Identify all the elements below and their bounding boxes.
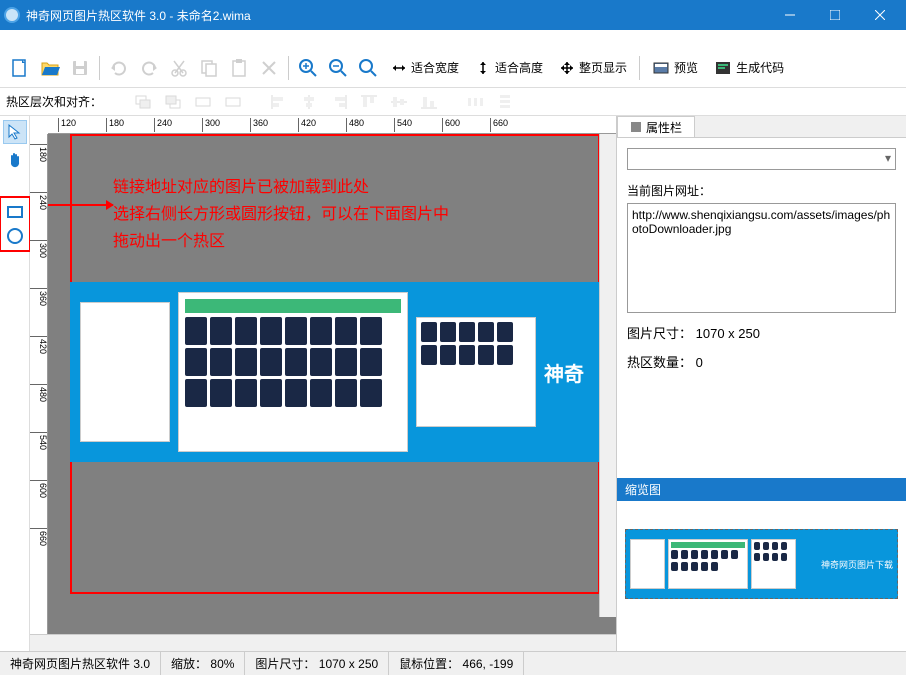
annotation-arrow bbox=[48, 204, 113, 206]
vertical-ruler: 180 240 300 360 420 480 540 600 660 bbox=[30, 134, 48, 634]
fit-page-button[interactable]: 整页显示 bbox=[552, 54, 634, 82]
open-button[interactable] bbox=[36, 54, 64, 82]
preview-label: 预览 bbox=[674, 59, 698, 76]
close-button[interactable] bbox=[857, 0, 902, 30]
undo-button[interactable] bbox=[105, 54, 133, 82]
bring-front-icon bbox=[130, 91, 156, 113]
url-textbox[interactable]: http://www.shenqixiangsu.com/assets/imag… bbox=[627, 203, 896, 313]
thumbnail-body: 神奇网页图片下载 bbox=[617, 501, 906, 651]
backward-icon bbox=[220, 91, 246, 113]
status-size: 图片尺寸： 1070 x 250 bbox=[245, 652, 389, 675]
menubar bbox=[0, 30, 906, 48]
save-button[interactable] bbox=[66, 54, 94, 82]
status-app: 神奇网页图片热区软件 3.0 bbox=[0, 652, 161, 675]
preview-button[interactable]: 预览 bbox=[645, 54, 705, 82]
align-center-v-icon bbox=[386, 91, 412, 113]
canvas-area: 120 180 240 300 360 420 480 540 600 660 … bbox=[30, 116, 616, 651]
zoom-reset-button[interactable] bbox=[354, 54, 382, 82]
status-pos: 鼠标位置： 466, -199 bbox=[389, 652, 524, 675]
properties-tab[interactable]: 属性栏 bbox=[617, 116, 695, 137]
maximize-button[interactable] bbox=[812, 0, 857, 30]
zoom-out-button[interactable] bbox=[324, 54, 352, 82]
loaded-image[interactable]: 神奇 bbox=[70, 282, 600, 462]
hand-tool[interactable] bbox=[3, 148, 27, 172]
generate-label: 生成代码 bbox=[736, 59, 784, 76]
fit-width-button[interactable]: 适合宽度 bbox=[384, 54, 466, 82]
thumbnail-side-text: 神奇网页图片下载 bbox=[821, 558, 893, 571]
instruction-text: 链接地址对应的图片已被加载到此处 选择右侧长方形或圆形按钮，可以在下面图片中 拖… bbox=[113, 174, 449, 256]
thumbnail-image[interactable]: 神奇网页图片下载 bbox=[625, 529, 898, 599]
paste-button[interactable] bbox=[225, 54, 253, 82]
img-size-label: 图片尺寸： bbox=[627, 326, 692, 341]
pointer-tool[interactable] bbox=[3, 120, 27, 144]
hotzone-label: 热区数量： bbox=[627, 355, 692, 370]
cut-button[interactable] bbox=[165, 54, 193, 82]
copy-button[interactable] bbox=[195, 54, 223, 82]
align-toolbar: 热区层次和对齐： bbox=[0, 88, 906, 116]
align-left-icon bbox=[266, 91, 292, 113]
align-center-h-icon bbox=[296, 91, 322, 113]
statusbar: 神奇网页图片热区软件 3.0 缩放： 80% 图片尺寸： 1070 x 250 … bbox=[0, 651, 906, 675]
forward-icon bbox=[190, 91, 216, 113]
thumbnail-header: 缩览图 bbox=[617, 478, 906, 501]
ellipse-tool[interactable] bbox=[3, 224, 27, 248]
app-icon bbox=[4, 7, 20, 23]
zoom-in-button[interactable] bbox=[294, 54, 322, 82]
generate-button[interactable]: 生成代码 bbox=[707, 54, 791, 82]
tool-palette bbox=[0, 116, 30, 651]
new-button[interactable] bbox=[6, 54, 34, 82]
fit-page-label: 整页显示 bbox=[579, 59, 627, 76]
status-zoom: 缩放： 80% bbox=[161, 652, 245, 675]
rectangle-tool[interactable] bbox=[3, 200, 27, 224]
align-bottom-icon bbox=[416, 91, 442, 113]
redo-button[interactable] bbox=[135, 54, 163, 82]
url-label: 当前图片网址： bbox=[627, 182, 896, 199]
distribute-v-icon bbox=[492, 91, 518, 113]
titlebar: 神奇网页图片热区软件 3.0 - 未命名2.wima bbox=[0, 0, 906, 30]
hotzone-value: 0 bbox=[696, 355, 703, 370]
properties-panel: 属性栏 当前图片网址： http://www.shenqixiangsu.com… bbox=[616, 116, 906, 651]
image-side-text: 神奇 bbox=[544, 358, 584, 387]
align-right-icon bbox=[326, 91, 352, 113]
align-top-icon bbox=[356, 91, 382, 113]
delete-button[interactable] bbox=[255, 54, 283, 82]
horizontal-ruler: 120 180 240 300 360 420 480 540 600 660 bbox=[48, 116, 616, 134]
window-title: 神奇网页图片热区软件 3.0 - 未命名2.wima bbox=[26, 7, 767, 24]
distribute-h-icon bbox=[462, 91, 488, 113]
fit-height-button[interactable]: 适合高度 bbox=[468, 54, 550, 82]
horizontal-scrollbar[interactable] bbox=[30, 634, 616, 651]
img-size-value: 1070 x 250 bbox=[696, 326, 760, 341]
main-toolbar: 适合宽度 适合高度 整页显示 预览 生成代码 bbox=[0, 48, 906, 88]
align-label: 热区层次和对齐： bbox=[6, 93, 102, 110]
send-back-icon bbox=[160, 91, 186, 113]
canvas-viewport[interactable]: 链接地址对应的图片已被加载到此处 选择右侧长方形或圆形按钮，可以在下面图片中 拖… bbox=[48, 134, 616, 634]
fit-height-label: 适合高度 bbox=[495, 59, 543, 76]
selector-combo[interactable] bbox=[627, 148, 896, 170]
vertical-scrollbar[interactable] bbox=[599, 134, 616, 617]
minimize-button[interactable] bbox=[767, 0, 812, 30]
fit-width-label: 适合宽度 bbox=[411, 59, 459, 76]
